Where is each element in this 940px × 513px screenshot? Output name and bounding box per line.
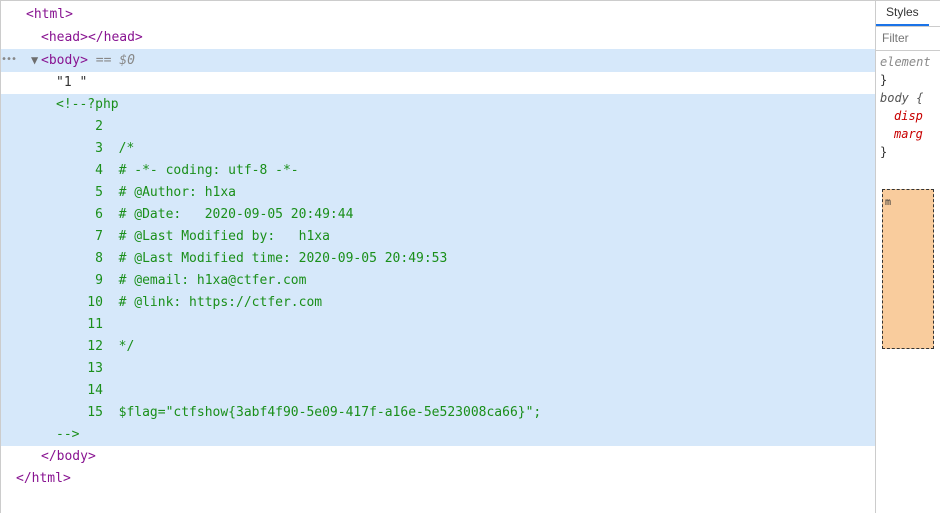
comment-line[interactable]: 7 # @Last Modified by: h1xa: [1, 226, 875, 248]
css-selector-element[interactable]: element: [880, 55, 931, 69]
dom-node-body-close[interactable]: </body>: [1, 446, 875, 468]
dom-tree-panel[interactable]: <html> <head></head> •••▼<body> == $0 "1…: [1, 1, 875, 513]
dom-node-head[interactable]: <head></head>: [1, 26, 875, 49]
comment-line[interactable]: 8 # @Last Modified time: 2020-09-05 20:4…: [1, 248, 875, 270]
comment-line[interactable]: 13: [1, 358, 875, 380]
css-property-display[interactable]: disp: [894, 107, 936, 125]
styles-tabs: Styles: [876, 1, 940, 27]
dom-text-node[interactable]: "1 ": [1, 72, 875, 94]
css-selector-body[interactable]: body {: [880, 91, 923, 105]
ellipsis-icon: •••: [1, 49, 16, 71]
dom-node-html-open[interactable]: <html>: [1, 3, 875, 26]
comment-line[interactable]: 15 $flag="ctfshow{3abf4f90-5e09-417f-a16…: [1, 402, 875, 424]
comment-line[interactable]: 10 # @link: https://ctfer.com: [1, 292, 875, 314]
dom-node-html-close[interactable]: </html>: [1, 468, 875, 490]
comment-line[interactable]: 11: [1, 314, 875, 336]
comment-line[interactable]: 5 # @Author: h1xa: [1, 182, 875, 204]
comment-line[interactable]: 3 /*: [1, 138, 875, 160]
comment-line[interactable]: 9 # @email: h1xa@ctfer.com: [1, 270, 875, 292]
comment-open[interactable]: <!--?php: [1, 94, 875, 116]
comment-line[interactable]: 6 # @Date: 2020-09-05 20:49:44: [1, 204, 875, 226]
dom-node-body-open[interactable]: •••▼<body> == $0: [1, 49, 875, 72]
comment-line[interactable]: 2: [1, 116, 875, 138]
styles-filter-input[interactable]: [882, 31, 934, 45]
comment-line[interactable]: 4 # -*- coding: utf-8 -*-: [1, 160, 875, 182]
css-rules: element } body { disp marg } m: [876, 51, 940, 359]
comment-line[interactable]: 14: [1, 380, 875, 402]
css-property-margin[interactable]: marg: [894, 125, 936, 143]
styles-panel: Styles element } body { disp marg } m: [875, 1, 940, 513]
expand-arrow-icon[interactable]: ▼: [31, 49, 41, 71]
comment-close[interactable]: -->: [1, 424, 875, 446]
comment-line[interactable]: 12 */: [1, 336, 875, 358]
filter-row: [876, 27, 940, 51]
tab-styles[interactable]: Styles: [876, 1, 929, 26]
box-model-margin[interactable]: m: [882, 189, 934, 349]
